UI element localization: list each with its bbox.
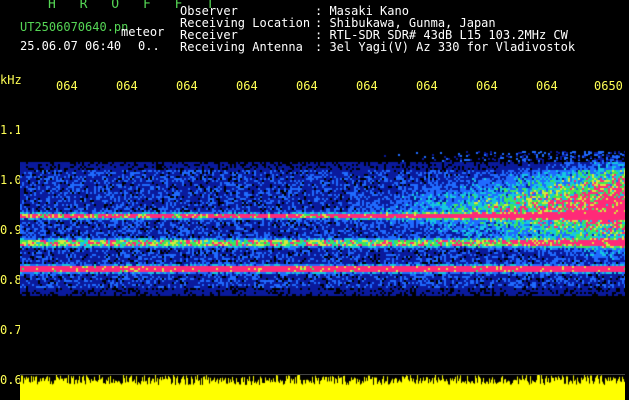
x-tick-label: 064 [536,79,558,93]
y-tick-label: 1.0 [0,173,22,187]
meteor-label: meteor [121,25,165,39]
x-tick-label: 064 [296,79,318,93]
file-name: UT2506070640.pn [20,20,129,34]
capture-datetime: 25.06.07 06:40 [20,39,122,53]
meteor-count: 0.. [138,39,160,53]
y-tick-label: 1.1 [0,123,22,137]
x-tick-label: 064 [416,79,438,93]
y-tick-label: 0.6 [0,373,22,387]
spectrogram-canvas [20,100,625,378]
x-tick-label: 064 [476,79,498,93]
antenna-value: : 3el Yagi(V) Az 330 for Vladivostok [315,40,576,54]
x-tick-label: 064 [176,79,198,93]
x-tick-label: 0650 [594,79,623,93]
antenna-label: Receiving Antenna [180,40,303,54]
x-tick-label: 064 [116,79,138,93]
x-tick-label: 064 [236,79,258,93]
x-tick-label: 064 [356,79,378,93]
y-tick-label: 0.7 [0,323,22,337]
y-tick-label: 0.8 [0,273,22,287]
x-tick-label: 064 [56,79,78,93]
signal-level-waveform [20,375,625,400]
y-axis-unit: kHz [0,73,22,87]
hrofft-spectrogram-view: H R O F F T UT2506070640.pn meteor 25.06… [0,0,629,400]
y-tick-label: 0.9 [0,223,22,237]
